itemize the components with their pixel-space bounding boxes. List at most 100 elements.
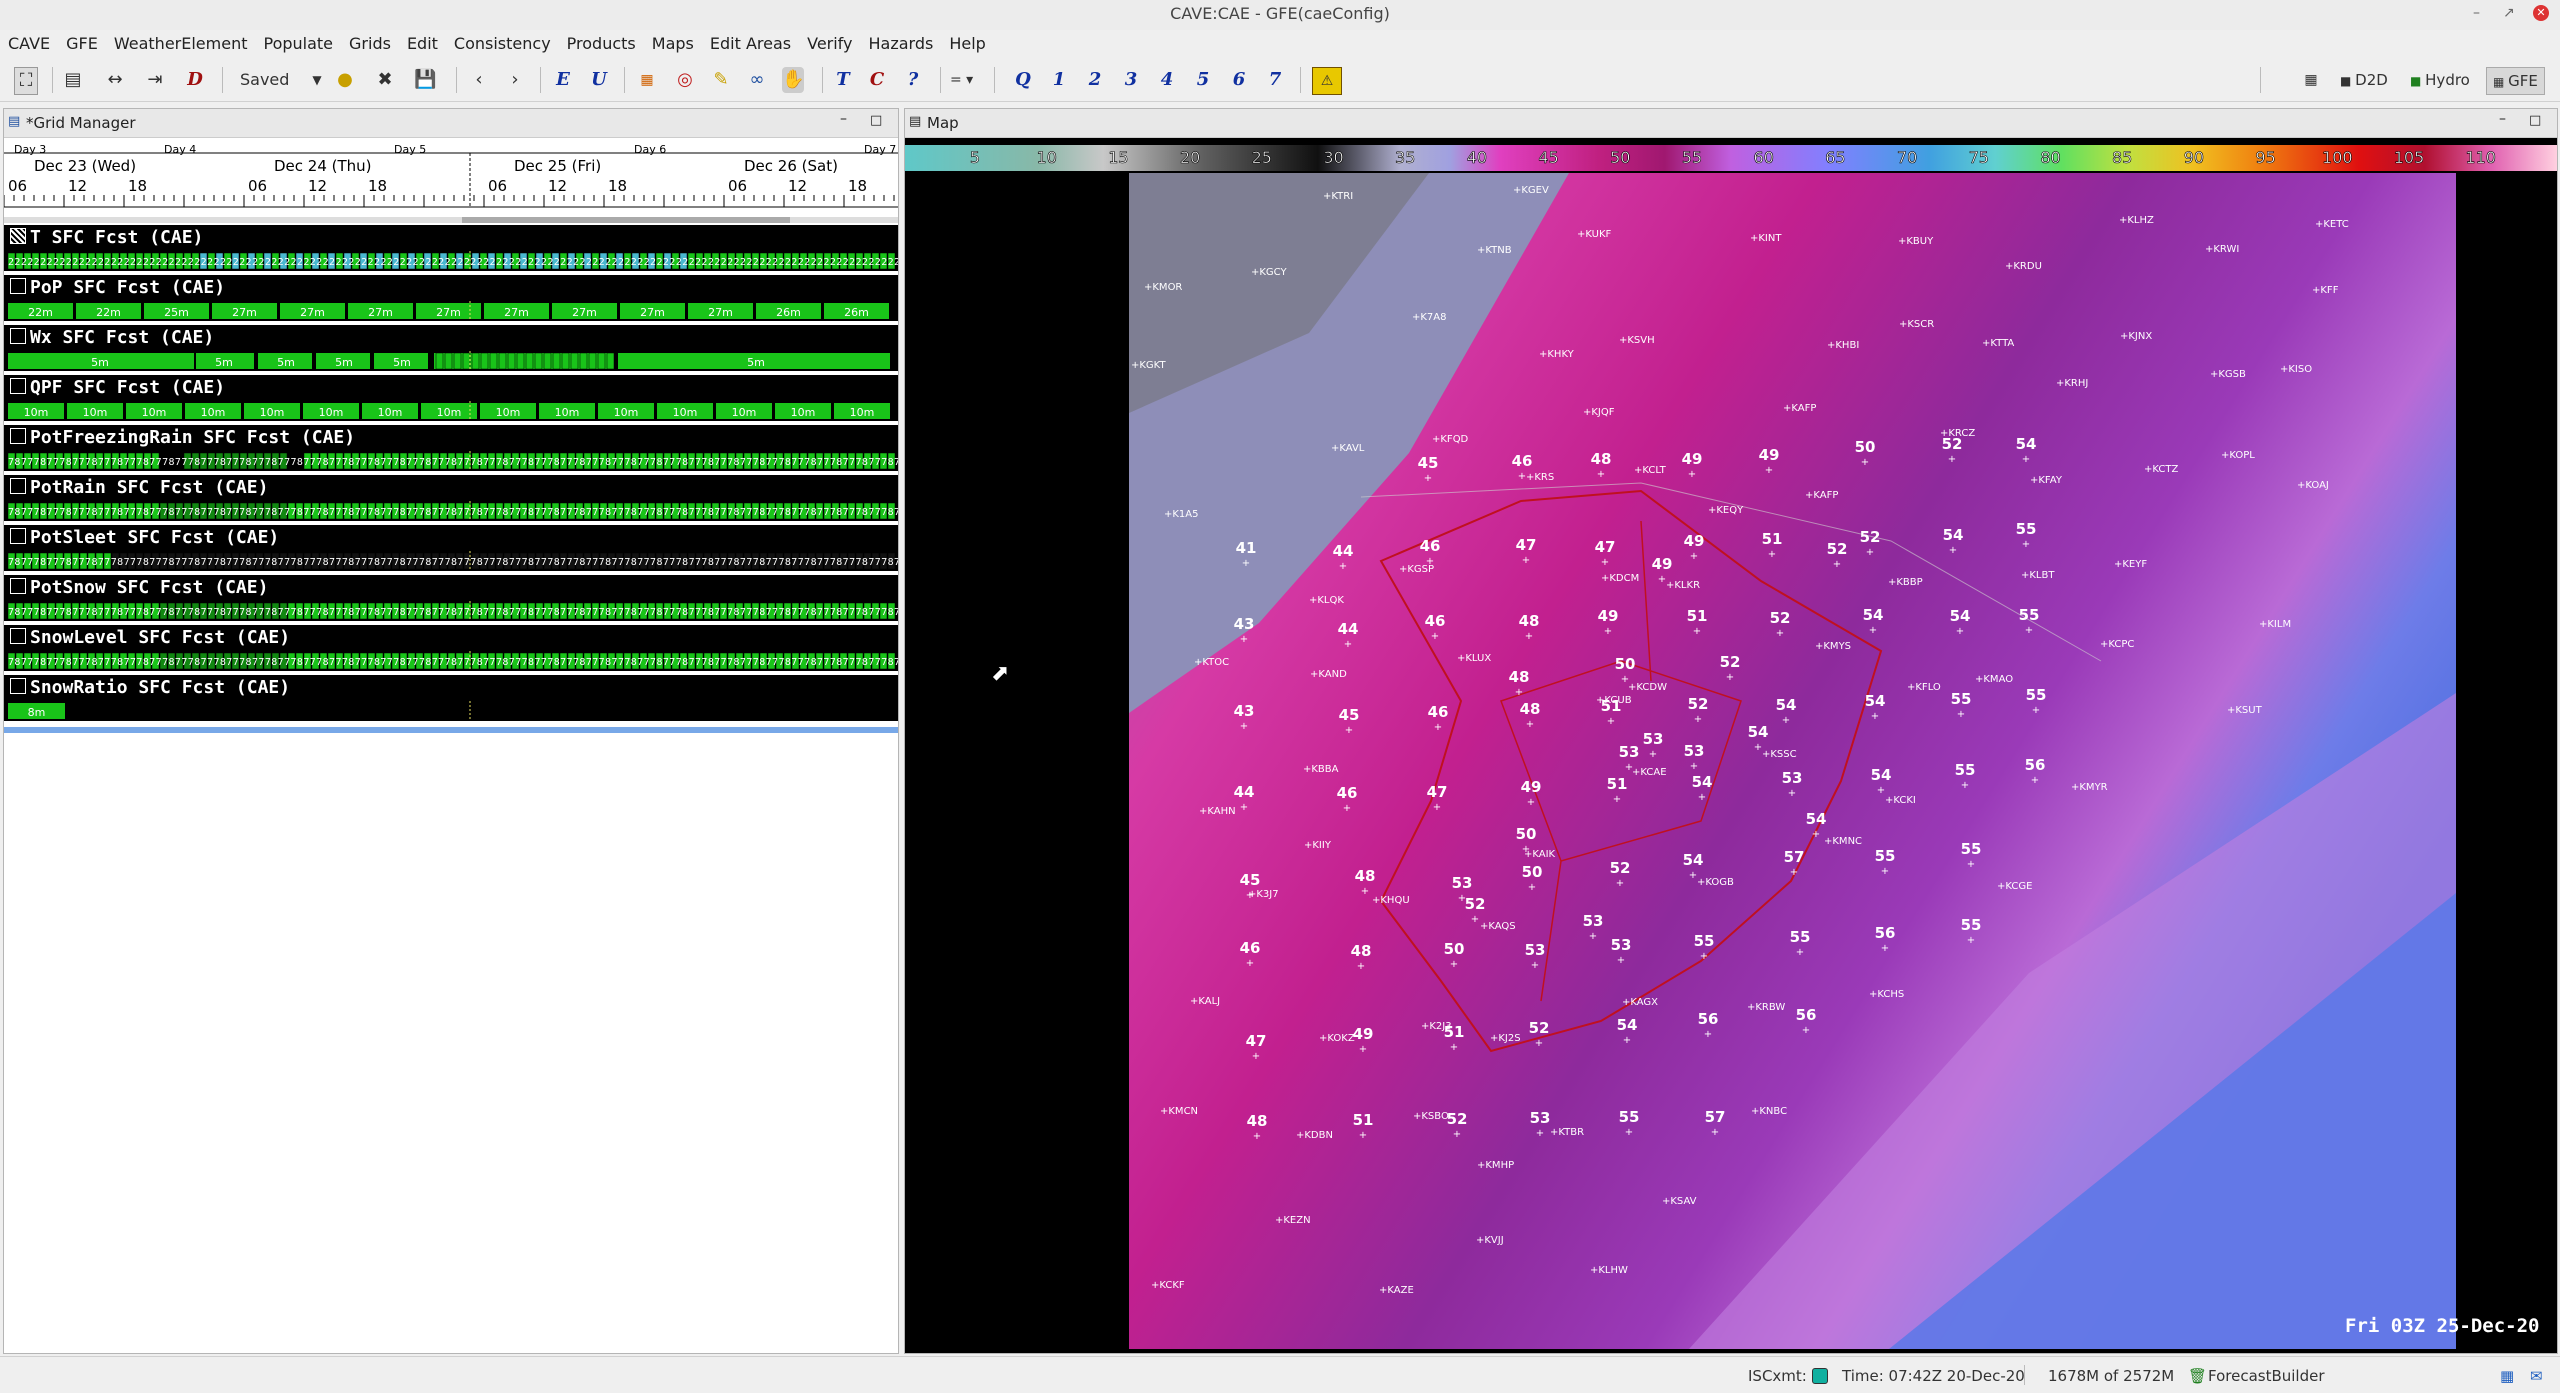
grid-row[interactable]: SnowRatio SFC Fcst (CAE) 8m xyxy=(4,675,898,725)
station-marker[interactable]: +KJ2S xyxy=(1490,1033,1521,1044)
undo-u-button[interactable]: U xyxy=(588,67,610,93)
station-marker[interactable]: +KBUY xyxy=(1898,236,1934,247)
grid-name[interactable]: T SFC Fcst (CAE) xyxy=(4,225,898,251)
query-q-button[interactable]: Q xyxy=(1012,67,1034,93)
station-marker[interactable]: +KAGX xyxy=(1622,997,1658,1008)
grid-timeline-bar[interactable]: 2222222222222222222222222222222222222222… xyxy=(4,251,898,271)
station-marker[interactable]: +KILM xyxy=(2259,619,2291,630)
perspective-d2d[interactable]: ■ D2D xyxy=(2340,67,2388,93)
temp-tool-icon[interactable]: ▦ xyxy=(636,67,658,93)
menu-hazards[interactable]: Hazards xyxy=(861,34,942,54)
station-marker[interactable]: +KALJ xyxy=(1190,996,1220,1007)
grid-row[interactable]: PotFreezingRain SFC Fcst (CAE) 7877787778… xyxy=(4,425,898,475)
station-marker[interactable]: +KCDW xyxy=(1628,682,1667,693)
station-marker[interactable]: +KAND xyxy=(1310,669,1347,680)
grid-name[interactable]: QPF SFC Fcst (CAE) xyxy=(4,375,898,401)
station-marker[interactable]: +KEYF xyxy=(2114,559,2147,570)
station-marker[interactable]: +KBBP xyxy=(1888,577,1923,588)
station-marker[interactable]: +KLHZ xyxy=(2119,215,2154,226)
grid-timeline-bar[interactable]: 7877787778777877787778777877787778777877… xyxy=(4,601,898,621)
station-marker[interactable]: +KISO xyxy=(2280,364,2312,375)
station-marker[interactable]: +KRDU xyxy=(2005,261,2042,272)
isc-status-icon[interactable] xyxy=(1812,1368,1828,1384)
menu-help[interactable]: Help xyxy=(941,34,993,54)
station-marker[interactable]: +KAHN xyxy=(1199,806,1236,817)
collapse-time-icon[interactable]: ⇥ xyxy=(144,67,166,93)
grid-icon[interactable]: ▤ xyxy=(62,67,84,93)
hazard-icon[interactable]: ⚠ xyxy=(1312,67,1342,95)
station-marker[interactable]: +KHQU xyxy=(1372,895,1410,906)
station-marker[interactable]: +KFLO xyxy=(1907,682,1941,693)
station-marker[interactable]: +KHKY xyxy=(1539,349,1575,360)
minimize-icon[interactable]: – xyxy=(2473,5,2480,21)
grid-name[interactable]: SnowRatio SFC Fcst (CAE) xyxy=(4,675,898,701)
tool-6-button[interactable]: 6 xyxy=(1228,67,1250,93)
station-marker[interactable]: +KNBC xyxy=(1751,1106,1787,1117)
grid-timeline-bar[interactable]: 8m xyxy=(4,701,898,721)
station-marker[interactable]: +KRHJ xyxy=(2056,378,2088,389)
timeline-scale[interactable]: Day 3 Day 4 Day 5 Day 6 Day 7 Dec 23 (Wed) Dec… xyxy=(4,145,898,237)
station-marker[interactable]: +KMOR xyxy=(1144,282,1182,293)
station-marker[interactable]: +KSBO xyxy=(1413,1111,1449,1122)
station-marker[interactable]: +KRBW xyxy=(1747,1002,1785,1013)
crosshair-icon[interactable]: ✖ xyxy=(374,67,396,93)
tool-5-button[interactable]: 5 xyxy=(1192,67,1214,93)
station-marker[interactable]: +KLHW xyxy=(1590,1265,1628,1276)
station-marker[interactable]: +KTOC xyxy=(1194,657,1229,668)
station-marker[interactable]: +KEQY xyxy=(1708,505,1744,516)
station-marker[interactable]: +KIIY xyxy=(1304,840,1332,851)
prev-icon[interactable]: ‹ xyxy=(468,67,490,93)
menu-consistency[interactable]: Consistency xyxy=(446,34,559,54)
grid-row[interactable]: SnowLevel SFC Fcst (CAE) 7877787778777877… xyxy=(4,625,898,675)
menu-edit-areas[interactable]: Edit Areas xyxy=(702,34,799,54)
station-marker[interactable]: +KAQS xyxy=(1480,921,1516,932)
station-marker[interactable]: +KSUT xyxy=(2227,705,2263,716)
link-icon[interactable]: ∞ xyxy=(746,67,768,93)
station-marker[interactable]: +KMCN xyxy=(1160,1106,1198,1117)
menu-gfe[interactable]: GFE xyxy=(58,34,106,54)
grid-row[interactable]: QPF SFC Fcst (CAE) 10m 10m 10m 10m 10m 10m 10m 1… xyxy=(4,375,898,425)
grid-row[interactable]: PotSleet SFC Fcst (CAE) 78777877787778777… xyxy=(4,525,898,575)
help-button[interactable]: ? xyxy=(902,67,924,93)
grid-row[interactable]: PoP SFC Fcst (CAE) 22m 22m 25m 27m 27m 27m 27m 2… xyxy=(4,275,898,325)
grid-checkbox[interactable] xyxy=(10,478,26,494)
station-marker[interactable]: +KCKI xyxy=(1885,795,1916,806)
menu-weatherelement[interactable]: WeatherElement xyxy=(106,34,256,54)
grid-timeline-bar[interactable]: 7877787778777877787778777877787778777877… xyxy=(4,501,898,521)
station-marker[interactable]: +KMYR xyxy=(2071,782,2108,793)
grid-checkbox[interactable] xyxy=(10,228,26,244)
edit-e-button[interactable]: E xyxy=(552,67,574,93)
station-marker[interactable]: +KMNC xyxy=(1824,836,1862,847)
status-icon-1[interactable]: ▦ xyxy=(2500,1367,2514,1385)
station-marker[interactable]: +KMYS xyxy=(1815,641,1851,652)
perspective-gfe[interactable]: ▦ GFE xyxy=(2486,67,2545,95)
station-marker[interactable]: +KJQF xyxy=(1583,407,1615,418)
grid-name[interactable]: PotRain SFC Fcst (CAE) xyxy=(4,475,898,501)
trash-icon[interactable]: 🗑 xyxy=(2188,1367,2207,1385)
station-marker[interactable]: +KINT xyxy=(1750,233,1782,244)
station-marker[interactable]: +KLQK xyxy=(1309,595,1344,606)
station-marker[interactable]: +KRS xyxy=(1526,472,1554,483)
station-marker[interactable]: +KCGE xyxy=(1997,881,2032,892)
station-marker[interactable]: +KSSC xyxy=(1762,749,1797,760)
station-marker[interactable]: +KOPL xyxy=(2221,450,2255,461)
tool-1-button[interactable]: 1 xyxy=(1048,67,1070,93)
map-tab[interactable]: ▤ Map – □ xyxy=(905,109,2557,138)
grid-row[interactable]: Wx SFC Fcst (CAE) 5m 5m 5m 5m 5m 5m xyxy=(4,325,898,375)
color-bar[interactable]: 5 10 15 20 25 30 35 40 45 50 55 60 65 70 75 80 85 90 95 100… xyxy=(905,145,2557,171)
station-marker[interactable]: +KAZE xyxy=(1379,1285,1414,1296)
minimize-panel-icon[interactable]: – xyxy=(840,111,847,127)
menu-products[interactable]: Products xyxy=(559,34,644,54)
station-marker[interactable]: +KGEV xyxy=(1513,185,1549,196)
grid-name[interactable]: Wx SFC Fcst (CAE) xyxy=(4,325,898,351)
station-marker[interactable]: +KETC xyxy=(2315,219,2349,230)
tool-4-button[interactable]: 4 xyxy=(1156,67,1178,93)
grid-checkbox[interactable] xyxy=(10,628,26,644)
grid-checkbox[interactable] xyxy=(10,378,26,394)
text-t-button[interactable]: T xyxy=(832,67,854,93)
station-marker[interactable]: +KCPC xyxy=(2100,639,2134,650)
perspective-hydro[interactable]: ■ Hydro xyxy=(2410,67,2470,93)
station-marker[interactable]: +KFQD xyxy=(1432,434,1469,445)
station-marker[interactable]: +KGCY xyxy=(1251,267,1287,278)
station-marker[interactable]: +KOKZ xyxy=(1319,1033,1355,1044)
